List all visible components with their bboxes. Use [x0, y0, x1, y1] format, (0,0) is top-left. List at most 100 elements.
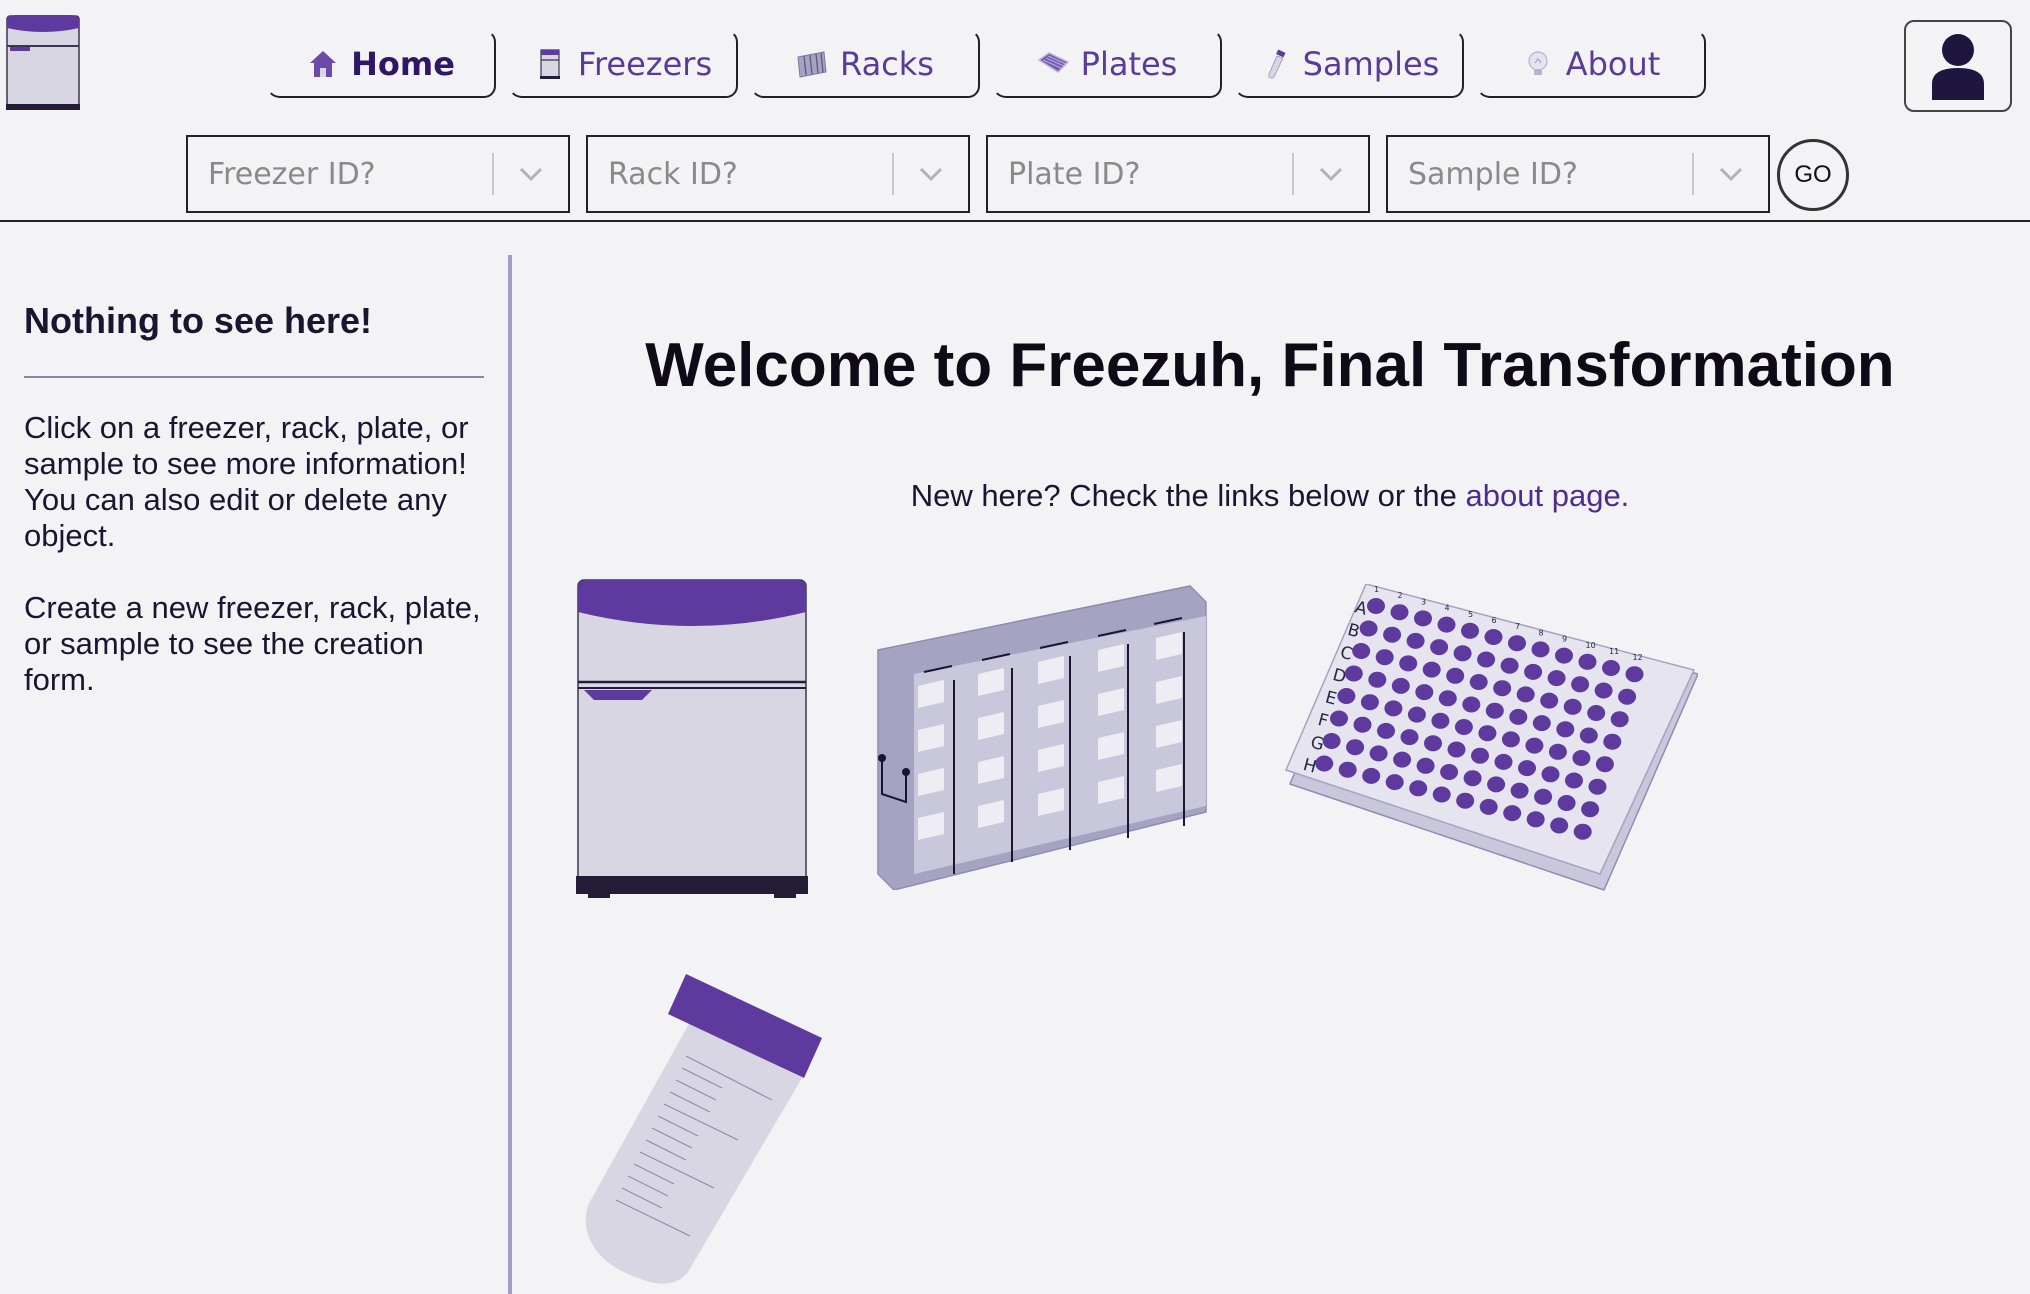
plate-well [1360, 694, 1379, 711]
go-button[interactable]: GO [1777, 139, 1849, 211]
sample-id-select[interactable]: Sample ID? [1386, 135, 1770, 213]
house-icon [310, 51, 337, 77]
nav-freezers-button[interactable]: Freezers [508, 30, 738, 98]
plate-well [1508, 635, 1526, 652]
plate-well [1479, 798, 1498, 815]
plate-well [1440, 764, 1459, 780]
plate-well [1315, 755, 1334, 772]
plate-well [1438, 690, 1457, 707]
intro-text: New here? Check the links below or the a… [520, 478, 2020, 514]
chevron-down-icon[interactable] [1294, 166, 1368, 182]
nav-plates-button[interactable]: Plates [992, 30, 1222, 98]
chevron-down-icon[interactable] [894, 166, 968, 182]
plate-well [1571, 676, 1590, 693]
plate-well [1337, 688, 1356, 704]
tube-illustration-icon [585, 974, 822, 1284]
plate-well [1557, 795, 1576, 811]
plate-well [1550, 817, 1569, 834]
about-page-link[interactable]: about page. [1466, 478, 1630, 513]
plate-well [1516, 686, 1535, 703]
plate-column-label: 3 [1421, 597, 1426, 606]
nav-samples-label: Samples [1302, 45, 1440, 83]
freezer-illustration-icon [576, 579, 808, 898]
nav-home-button[interactable]: Home [266, 30, 496, 98]
sidebar-paragraph-1: Click on a freezer, rack, plate, or samp… [24, 410, 469, 553]
page-title: Welcome to Freezuh, Final Transformation [645, 331, 1895, 400]
nav-freezers-label: Freezers [577, 45, 713, 83]
plate-id-select[interactable]: Plate ID? [986, 135, 1370, 213]
nav-racks-button[interactable]: Racks [750, 30, 980, 98]
plate-well [1534, 788, 1553, 805]
plate-well [1406, 632, 1425, 649]
plate-illustration-icon: ABCDEFGH 123456789101112 [1284, 584, 1698, 891]
plate-well [1526, 811, 1545, 828]
plate-well [1602, 660, 1620, 676]
plate-well [1518, 760, 1536, 777]
plate-well [1485, 702, 1504, 719]
chevron-down-icon[interactable] [1694, 166, 1768, 182]
plate-well [1501, 731, 1520, 748]
plate-well [1369, 745, 1388, 762]
sample-id-placeholder: Sample ID? [1408, 156, 1578, 192]
plate-column-label: 11 [1609, 647, 1619, 656]
freezer-id-select[interactable]: Freezer ID? [186, 135, 570, 213]
nav-samples-button[interactable]: Samples [1234, 30, 1464, 98]
plate-well [1453, 645, 1472, 662]
plate-card[interactable]: ABCDEFGH 1 2 3 4 5 6 7 8 9 10 11 12 [1284, 584, 1698, 892]
plate-well [1579, 727, 1598, 744]
plate-well [1391, 677, 1410, 694]
plate-column-label: 6 [1492, 616, 1497, 625]
sidebar-paragraph-2: Create a new freezer, rack, plate, or sa… [24, 590, 481, 697]
plate-well [1603, 733, 1622, 750]
chevron-down-icon[interactable] [494, 166, 568, 182]
plate-well [1494, 753, 1513, 770]
plate-well [1463, 770, 1482, 787]
plate-well [1344, 665, 1363, 682]
info-sidebar: Nothing to see here! Click on a freezer,… [24, 300, 484, 698]
plate-well [1322, 733, 1341, 749]
plate-well [1541, 766, 1560, 783]
plate-well [1573, 823, 1592, 840]
plate-well [1447, 741, 1466, 758]
plate-well [1375, 649, 1394, 666]
plate-well [1469, 674, 1488, 690]
plate-column-label: 1 [1374, 585, 1379, 594]
plate-well [1556, 721, 1575, 738]
plate-well [1416, 757, 1435, 774]
app-logo-freezer-icon[interactable] [6, 14, 80, 110]
rack-card[interactable] [874, 584, 1208, 890]
user-account-button[interactable] [1904, 20, 2012, 112]
freezer-icon [539, 49, 560, 79]
plate-well [1367, 598, 1385, 614]
plate-well [1471, 747, 1489, 764]
nav-about-button[interactable]: About [1476, 30, 1706, 98]
plate-well [1587, 705, 1606, 721]
freezer-card[interactable] [574, 576, 810, 898]
plate-well [1456, 792, 1475, 809]
rack-icon [797, 51, 827, 78]
rack-id-select[interactable]: Rack ID? [586, 135, 970, 213]
plate-well [1477, 651, 1496, 668]
plate-well [1454, 719, 1473, 735]
plate-well [1509, 708, 1528, 725]
plate-column-label: 10 [1586, 641, 1596, 650]
rack-id-placeholder: Rack ID? [608, 156, 738, 192]
plate-well [1510, 782, 1529, 799]
plate-well [1422, 661, 1441, 678]
lightbulb-icon [1528, 51, 1548, 75]
plate-column-label: 2 [1398, 591, 1403, 600]
plate-well [1462, 696, 1481, 713]
intro-text-body: New here? Check the links below or the [910, 478, 1466, 513]
sidebar-title: Nothing to see here! [24, 300, 373, 341]
nav-plates-label: Plates [1080, 45, 1178, 83]
plate-well [1578, 653, 1597, 670]
sample-card[interactable] [578, 972, 826, 1288]
plate-icon [1037, 52, 1069, 73]
plate-column-label: 8 [1539, 628, 1544, 637]
plate-well [1415, 684, 1434, 701]
plate-well [1368, 671, 1387, 688]
plate-well [1399, 655, 1418, 672]
plate-well [1484, 629, 1503, 645]
plate-well [1338, 761, 1357, 778]
plate-well [1384, 700, 1403, 717]
